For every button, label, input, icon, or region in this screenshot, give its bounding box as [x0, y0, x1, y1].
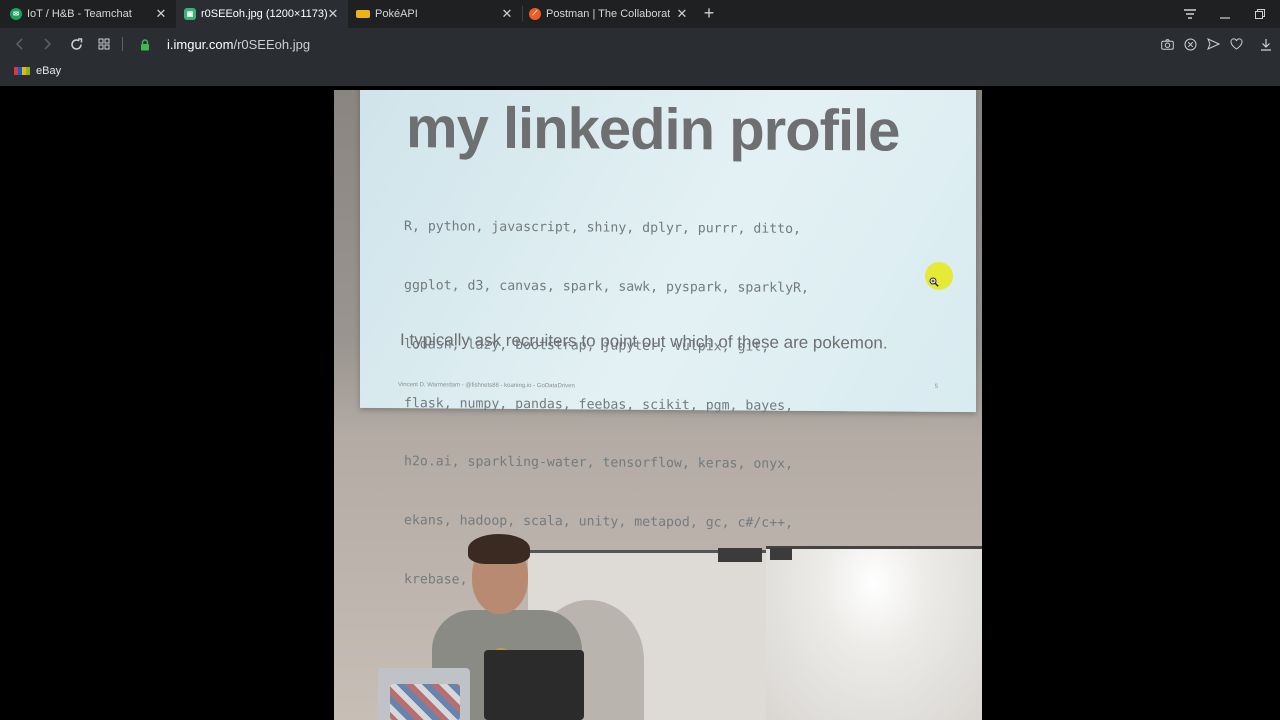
download-icon[interactable]: [1257, 35, 1275, 53]
url-host: i.imgur.com: [167, 37, 234, 52]
slide-line: R, python, javascript, shiny, dplyr, pur…: [404, 219, 801, 238]
camera-icon[interactable]: [1158, 35, 1176, 53]
slide-page-number: 5: [934, 383, 938, 390]
slide-line: ekans, hadoop, scala, unity, metapod, gc…: [404, 513, 794, 531]
slide-title: my linkedin profile: [406, 95, 900, 164]
page-viewport: my linkedin profile R, python, javascrip…: [0, 86, 1280, 720]
tab-pokeapi[interactable]: PokéAPI ✕: [348, 0, 522, 28]
close-icon[interactable]: ✕: [154, 7, 168, 21]
whiteboard-clip: [770, 548, 792, 560]
slide-footer: Vincent D. Warmerdam - @fishnets88 - koa…: [398, 382, 575, 390]
close-icon[interactable]: ✕: [675, 7, 689, 21]
microphone-stand: [484, 650, 584, 720]
displayed-image[interactable]: my linkedin profile R, python, javascrip…: [334, 90, 982, 720]
bookmark-label: eBay: [36, 65, 62, 77]
slide-line: ggplot, d3, canvas, spark, sawk, pyspark…: [404, 278, 809, 296]
minimize-icon[interactable]: [1214, 4, 1236, 24]
tab-title: IoT / H&B - Teamchat: [27, 8, 132, 20]
toolbar-divider: [122, 37, 123, 51]
tab-postman[interactable]: ⟋ Postman | The Collaboration ✕: [523, 0, 697, 28]
pokeapi-icon: [356, 10, 370, 18]
close-icon[interactable]: ✕: [326, 7, 340, 21]
url-path: /r0SEEoh.jpg: [233, 37, 311, 52]
whiteboard-clip: [718, 548, 762, 562]
tab-imgur[interactable]: ▣ r0SEEoh.jpg (1200×1173) ✕: [176, 0, 348, 28]
forward-icon[interactable]: [38, 35, 56, 53]
postman-icon: ⟋: [529, 8, 541, 20]
speaker-hair: [468, 534, 530, 564]
reload-icon[interactable]: [67, 35, 85, 53]
tab-strip: ✉ IoT / H&B - Teamchat ✕ ▣ r0SEEoh.jpg (…: [0, 0, 1280, 28]
address-field[interactable]: i.imgur.com/r0SEEoh.jpg: [167, 37, 310, 52]
bookmark-ebay[interactable]: eBay: [14, 65, 61, 77]
new-tab-button[interactable]: +: [700, 4, 718, 22]
imgur-icon: ▣: [184, 8, 196, 20]
teamchat-icon: ✉: [10, 8, 22, 20]
slide-quote: I typically ask recruiters to point out …: [400, 330, 888, 353]
ebay-icon: [14, 67, 30, 75]
zoom-in-cursor-icon: [929, 277, 939, 287]
laptop-stickers: [390, 684, 460, 720]
adblock-icon[interactable]: [1181, 35, 1199, 53]
slide-line: flask, numpy, pandas, feebas, scikit, pg…: [404, 395, 794, 414]
speed-dial-icon[interactable]: [95, 35, 113, 53]
lock-icon[interactable]: [140, 38, 150, 56]
address-toolbar: i.imgur.com/r0SEEoh.jpg: [0, 28, 1280, 60]
close-icon[interactable]: ✕: [500, 7, 514, 21]
projected-slide: my linkedin profile R, python, javascrip…: [360, 90, 976, 588]
send-icon[interactable]: [1204, 35, 1222, 53]
heart-icon[interactable]: [1227, 35, 1245, 53]
slide-line: h2o.ai, sparkling-water, tensorflow, ker…: [404, 454, 794, 473]
restore-icon[interactable]: [1249, 4, 1271, 24]
tab-teamchat[interactable]: ✉ IoT / H&B - Teamchat ✕: [0, 0, 176, 28]
tab-title: r0SEEoh.jpg (1200×1173): [201, 8, 328, 20]
tab-menu-icon[interactable]: [1179, 4, 1201, 24]
back-icon[interactable]: [11, 35, 29, 53]
tab-title: Postman | The Collaboration: [546, 8, 670, 20]
bookmarks-bar: eBay: [0, 60, 1280, 86]
tab-title: PokéAPI: [375, 8, 418, 20]
whiteboard-right: [766, 546, 982, 720]
